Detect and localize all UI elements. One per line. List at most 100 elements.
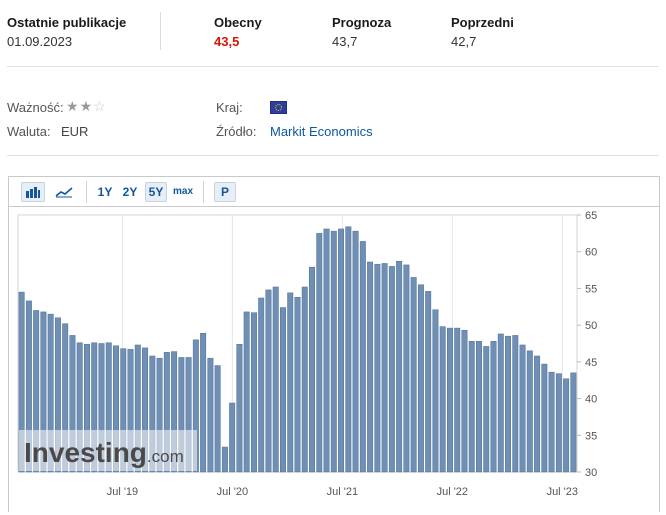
data-bar bbox=[265, 289, 272, 473]
data-bar bbox=[367, 261, 374, 473]
data-bar bbox=[345, 226, 352, 473]
range-2y-button[interactable]: 2Y bbox=[120, 183, 140, 201]
data-bar bbox=[338, 228, 345, 473]
y-tick-label: 50 bbox=[585, 320, 597, 332]
eu-flag-icon bbox=[270, 101, 287, 114]
y-tick-label: 55 bbox=[585, 283, 597, 295]
data-bar bbox=[316, 233, 323, 473]
data-bar bbox=[454, 327, 461, 473]
data-bar bbox=[468, 341, 475, 473]
data-bar bbox=[280, 307, 286, 473]
data-bar bbox=[374, 263, 381, 473]
data-bar bbox=[388, 266, 395, 473]
range-5y-button[interactable]: 5Y bbox=[145, 182, 167, 202]
y-tick-label: 35 bbox=[585, 430, 597, 442]
country-label: Kraj: bbox=[216, 100, 243, 115]
latest-publication-date: 01.09.2023 bbox=[7, 34, 73, 49]
data-bar bbox=[309, 266, 315, 473]
data-bar bbox=[555, 373, 562, 473]
data-bar bbox=[272, 286, 279, 473]
forecast-label: Prognoza bbox=[332, 15, 392, 30]
data-bar bbox=[432, 309, 439, 473]
range-1y-button[interactable]: 1Y bbox=[95, 183, 115, 201]
y-tick-label: 60 bbox=[585, 247, 597, 259]
x-tick-label: Jul '19 bbox=[107, 486, 138, 498]
data-bar bbox=[323, 228, 330, 473]
toolbar-divider bbox=[203, 181, 204, 203]
bar-chart-icon bbox=[26, 187, 40, 198]
data-bar bbox=[512, 335, 519, 473]
range-max-button[interactable]: max bbox=[171, 183, 195, 201]
star-filled-icon: ★ bbox=[79, 98, 94, 114]
data-bar bbox=[490, 341, 497, 473]
data-bar bbox=[526, 350, 533, 473]
data-bar bbox=[221, 446, 228, 473]
header-separator bbox=[7, 66, 659, 67]
y-tick-label: 30 bbox=[585, 467, 597, 479]
data-bar bbox=[497, 333, 504, 473]
data-bar bbox=[425, 291, 432, 473]
details-separator bbox=[7, 155, 659, 156]
data-bar bbox=[519, 344, 526, 473]
data-bar bbox=[236, 343, 243, 473]
importance-stars: ★★☆ bbox=[66, 98, 107, 115]
data-bar bbox=[476, 341, 482, 473]
data-bar bbox=[410, 277, 417, 473]
data-bar bbox=[207, 357, 214, 473]
header-divider bbox=[160, 12, 161, 50]
data-bar bbox=[534, 355, 541, 473]
y-tick-label: 45 bbox=[585, 357, 597, 369]
data-bar bbox=[570, 372, 577, 473]
chart-toolbar: 1Y 2Y 5Y max P bbox=[8, 176, 660, 207]
data-bar bbox=[396, 261, 403, 473]
y-tick-label: 65 bbox=[585, 210, 597, 222]
star-empty-icon: ☆ bbox=[93, 98, 107, 114]
star-filled-icon: ★ bbox=[66, 98, 80, 114]
line-chart-button[interactable] bbox=[53, 183, 75, 201]
forecast-value: 43,7 bbox=[332, 34, 358, 49]
data-bar bbox=[301, 286, 308, 473]
x-tick-label: Jul '20 bbox=[217, 486, 248, 498]
data-bar bbox=[359, 241, 366, 473]
previous-value: 42,7 bbox=[451, 34, 477, 49]
source-label: Źródło: bbox=[216, 124, 257, 139]
data-bar bbox=[352, 230, 359, 473]
data-bar bbox=[563, 378, 570, 473]
x-tick-label: Jul '21 bbox=[327, 486, 358, 498]
x-tick-label: Jul '22 bbox=[437, 486, 468, 498]
line-chart-icon bbox=[55, 187, 73, 198]
data-bar bbox=[330, 230, 337, 473]
data-bar bbox=[417, 284, 424, 473]
actual-value: 43,5 bbox=[214, 34, 240, 49]
y-tick-label: 40 bbox=[585, 394, 597, 406]
data-bar bbox=[439, 326, 446, 473]
latest-publication-label: Ostatnie publikacje bbox=[7, 15, 127, 30]
bar-chart-button[interactable] bbox=[21, 182, 45, 202]
data-bar bbox=[294, 296, 301, 473]
x-tick-label: Jul '23 bbox=[547, 486, 578, 498]
data-bar bbox=[200, 332, 207, 473]
data-bar bbox=[243, 311, 250, 473]
data-bar bbox=[541, 363, 548, 473]
chart-area: Jul '19 Jul '20 Jul '21 Jul '22 Jul '23 65 60 5… bbox=[8, 206, 660, 512]
data-bar bbox=[214, 365, 221, 473]
data-bar bbox=[287, 292, 294, 473]
data-bar bbox=[250, 312, 257, 473]
data-bar bbox=[505, 335, 512, 473]
data-bar bbox=[483, 346, 490, 473]
source-link[interactable]: Markit Economics bbox=[270, 124, 373, 139]
p-button[interactable]: P bbox=[214, 182, 236, 202]
importance-label: Ważność: bbox=[7, 100, 64, 115]
data-bar bbox=[229, 402, 236, 473]
data-bar bbox=[461, 330, 468, 473]
currency-label: Waluta: bbox=[7, 124, 51, 139]
data-bar bbox=[446, 327, 453, 473]
data-bar bbox=[381, 263, 388, 473]
data-bar bbox=[258, 297, 265, 473]
previous-label: Poprzedni bbox=[451, 15, 514, 30]
currency-value: EUR bbox=[61, 124, 89, 139]
data-bar bbox=[403, 264, 410, 473]
actual-label: Obecny bbox=[214, 15, 262, 30]
bar-chart: Jul '19 Jul '20 Jul '21 Jul '22 Jul '23 65 60 5… bbox=[17, 210, 597, 498]
data-bar bbox=[548, 371, 555, 473]
